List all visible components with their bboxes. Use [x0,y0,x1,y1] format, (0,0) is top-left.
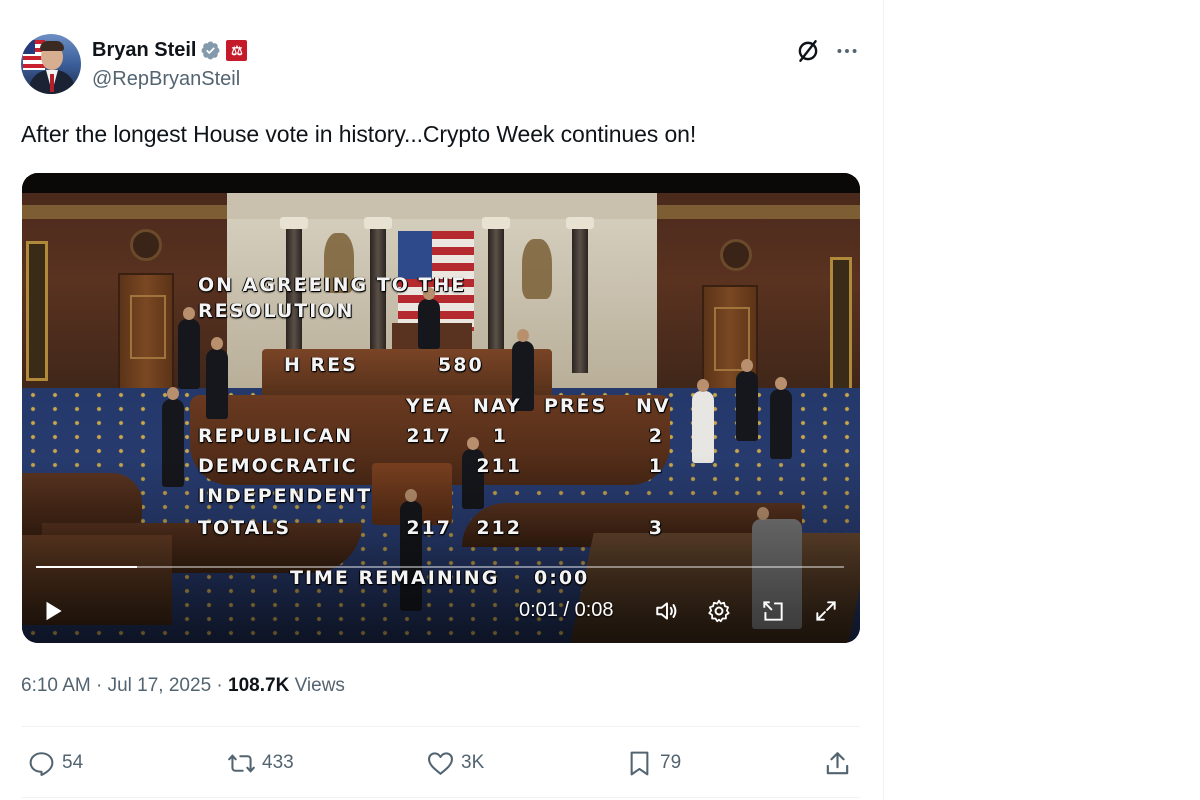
overlay-col-nay: NAY [473,395,522,417]
author-name-row: Bryan Steil ⚖ [92,37,248,63]
volume-icon[interactable] [654,598,680,624]
heart-icon [427,751,454,775]
government-affiliation-badge-icon[interactable]: ⚖ [226,39,248,61]
views-count: 108.7K [228,675,290,696]
overlay-row-party: INDEPENDENT [198,485,373,507]
meta-separator: · [96,675,103,696]
overlay-row-party: REPUBLICAN [198,425,354,447]
overlay-time-remaining-value: 0:00 [534,567,590,589]
tweet-text: After the longest House vote in history.… [21,121,697,147]
overlay-col-yea: YEA [406,395,454,417]
fullscreen-icon[interactable] [813,598,839,624]
more-options-icon[interactable] [834,38,860,64]
overlay-row-nv: 3 [648,517,664,539]
picture-in-picture-icon[interactable] [760,598,786,624]
tweet-meta: 6:10 AM · Jul 17, 2025 · 108.7K Views [21,675,345,697]
share-icon [826,751,849,774]
post-date[interactable]: Jul 17, 2025 [108,675,212,696]
overlay-time-remaining-label: TIME REMAINING [290,567,500,589]
views-label: Views [294,675,345,696]
overlay-measure-number: 580 [438,354,484,376]
author-name[interactable]: Bryan Steil [92,39,196,62]
divider [21,797,860,798]
meta-separator: · [216,675,223,696]
repost-icon [228,754,255,772]
repost-count: 433 [262,752,294,773]
post-time[interactable]: 6:10 AM [21,675,91,696]
bookmark-count: 79 [660,752,682,773]
video-progress-fill [36,566,137,568]
overlay-measure-label: H RES [284,354,358,376]
overlay-row-yea: 217 [406,425,452,447]
avatar[interactable] [21,34,81,94]
overlay-title-line1: ON AGREEING TO THE [198,274,467,296]
like-button[interactable]: 3K [426,748,484,778]
overlay-row-nv: 2 [648,425,664,447]
overlay-row-nay: 212 [476,517,522,539]
overlay-title-line2: RESOLUTION [198,300,355,322]
reply-count: 54 [62,752,84,773]
share-button[interactable] [823,748,852,778]
settings-icon[interactable] [706,598,732,624]
like-count: 3K [461,752,485,773]
overlay-row-nv: 1 [648,455,664,477]
overlay-col-nv: NV [636,395,671,417]
video-time: 0:01 / 0:08 [519,599,614,621]
verified-badge-icon[interactable] [200,40,221,61]
overlay-row-party: TOTALS [198,517,292,539]
bookmark-button[interactable]: 79 [625,748,681,778]
repost-button[interactable]: 433 [227,748,294,778]
column-divider [883,0,884,800]
overlay-row-yea: 217 [406,517,452,539]
overlay-row-nay: 1 [492,425,508,447]
overlay-row-party: DEMOCRATIC [198,455,358,477]
author-handle[interactable]: @RepBryanSteil [92,68,240,91]
video-player[interactable]: ON AGREEING TO THE RESOLUTION H RES 580 … [22,173,860,643]
overlay-row-nay: 211 [476,455,522,477]
grok-icon[interactable] [795,38,821,64]
overlay-col-pres: PRES [544,395,608,417]
reply-button[interactable]: 54 [27,748,83,778]
video-progress-bar[interactable] [36,566,844,568]
divider [21,726,860,727]
tweet-post: Bryan Steil ⚖ @RepBryanSteil After the l… [0,0,883,800]
play-icon[interactable] [40,598,66,624]
bookmark-icon [630,751,649,775]
reply-icon [29,751,54,776]
